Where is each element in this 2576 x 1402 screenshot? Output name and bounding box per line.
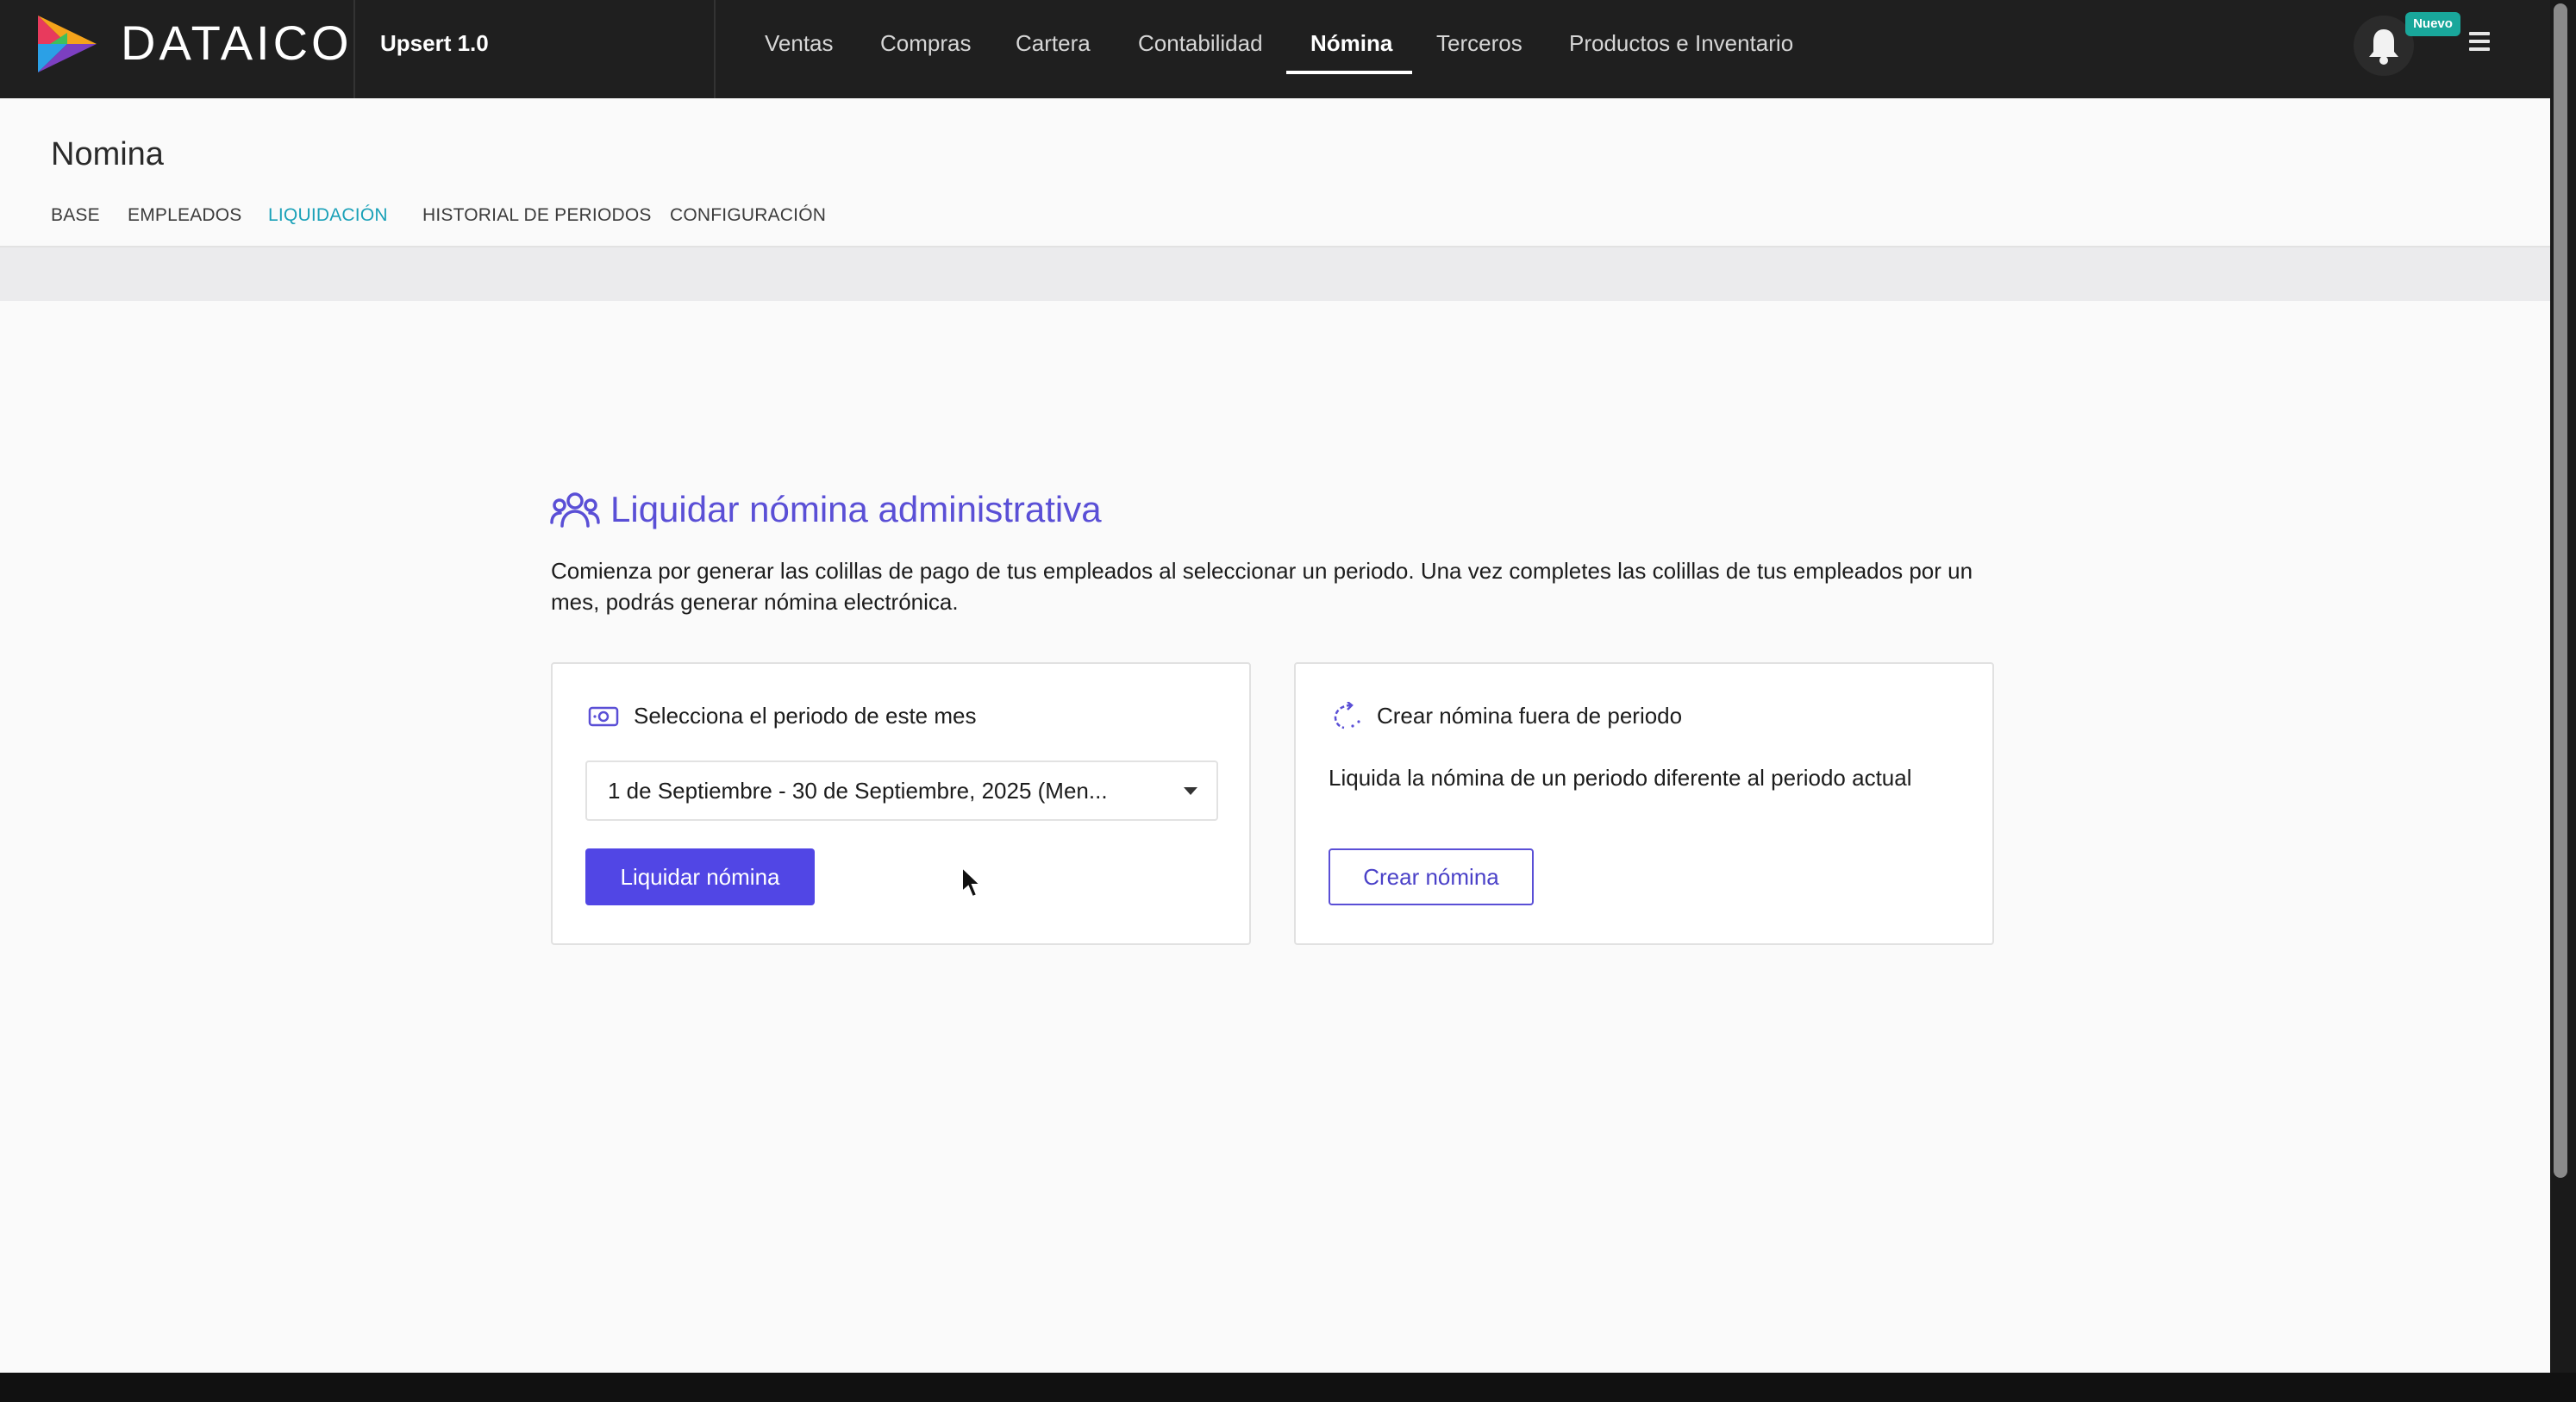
caret-down-icon	[1184, 787, 1197, 795]
divider	[353, 0, 355, 98]
crear-nomina-button[interactable]: Crear nómina	[1329, 848, 1534, 905]
mouse-pointer-icon	[961, 866, 983, 898]
company-name[interactable]: Upsert 1.0	[380, 28, 489, 59]
refresh-dashed-icon	[1334, 702, 1360, 729]
nav-terceros[interactable]: Terceros	[1436, 27, 1522, 59]
section-description: Comienza por generar las colillas de pag…	[551, 558, 1973, 615]
divider	[714, 0, 716, 98]
nav-cartera[interactable]: Cartera	[1016, 27, 1091, 59]
new-badge: Nuevo	[2405, 12, 2460, 36]
off-period-card: Crear nómina fuera de periodo Liquida la…	[1294, 662, 1994, 945]
users-group-icon	[550, 492, 600, 528]
section-title: Liquidar nómina administrativa	[610, 489, 1102, 529]
liquidar-nomina-button[interactable]: Liquidar nómina	[585, 848, 815, 905]
content-top-band	[0, 247, 2550, 301]
nav-compras[interactable]: Compras	[880, 27, 971, 59]
tab-configuracion[interactable]: CONFIGURACIÓN	[670, 203, 826, 228]
dataico-logo-icon[interactable]	[33, 12, 100, 76]
nav-productos-inventario[interactable]: Productos e Inventario	[1569, 27, 1793, 59]
nav-nomina[interactable]: Nómina	[1310, 27, 1392, 59]
nav-ventas[interactable]: Ventas	[765, 27, 834, 59]
tab-base[interactable]: BASE	[51, 203, 100, 228]
period-select-value: 1 de Septiembre - 30 de Septiembre, 2025…	[608, 778, 1108, 804]
tab-empleados[interactable]: EMPLEADOS	[128, 203, 242, 228]
money-icon	[588, 706, 619, 727]
tab-historial-de-periodos[interactable]: HISTORIAL DE PERIODOS	[422, 203, 652, 228]
current-period-card: Selecciona el periodo de este mes 1 de S…	[551, 662, 1251, 945]
active-nav-indicator	[1286, 71, 1412, 74]
period-select[interactable]: 1 de Septiembre - 30 de Septiembre, 2025…	[585, 760, 1218, 821]
brand-name[interactable]: DATAICO	[121, 15, 353, 72]
tab-liquidacion[interactable]: LIQUIDACIÓN	[268, 203, 388, 228]
top-navigation-bar: DATAICO Upsert 1.0 Ventas Compras Carter…	[0, 0, 2550, 98]
nav-contabilidad[interactable]: Contabilidad	[1138, 27, 1263, 59]
scrollbar-thumb[interactable]	[2554, 3, 2567, 1178]
card-title: Selecciona el periodo de este mes	[634, 703, 977, 729]
card-description: Liquida la nómina de un periodo diferent…	[1329, 765, 1912, 791]
card-title: Crear nómina fuera de periodo	[1377, 703, 1683, 729]
page-title: Nomina	[51, 136, 164, 172]
hamburger-menu-icon[interactable]	[2469, 32, 2490, 51]
page-header: Nomina BASE EMPLEADOS LIQUIDACIÓN HISTOR…	[0, 98, 2550, 247]
app-window: DATAICO Upsert 1.0 Ventas Compras Carter…	[0, 0, 2550, 1373]
